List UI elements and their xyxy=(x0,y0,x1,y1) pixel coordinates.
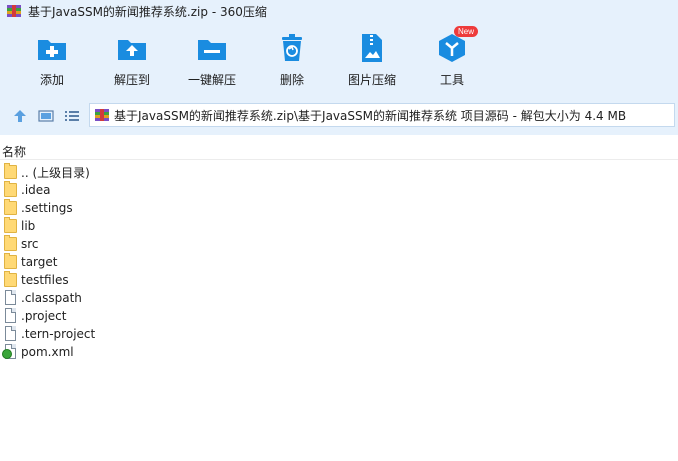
list-item[interactable]: src xyxy=(0,235,678,253)
archive-app-icon xyxy=(6,3,22,19)
one-click-extract-button[interactable]: 一键解压 xyxy=(172,32,252,88)
delete-icon xyxy=(276,32,308,64)
app-window: 基于JavaSSM的新闻推荐系统.zip - 360压缩 添加 解压到 一键解压… xyxy=(0,0,678,461)
zip-file-icon xyxy=(94,107,110,123)
folder-icon xyxy=(4,271,18,288)
file-name: .idea xyxy=(21,183,51,197)
file-icon xyxy=(4,290,18,306)
xml-file-icon xyxy=(2,344,18,360)
extract-to-button[interactable]: 解压到 xyxy=(92,32,172,88)
file-name: .settings xyxy=(21,201,73,215)
folder-icon xyxy=(4,235,18,252)
list-item[interactable]: lib xyxy=(0,217,678,235)
folder-icon xyxy=(4,181,18,198)
column-name-header[interactable]: 名称 xyxy=(2,143,26,160)
folder-icon xyxy=(4,253,18,270)
title-bar: 基于JavaSSM的新闻推荐系统.zip - 360压缩 xyxy=(0,0,678,22)
add-icon xyxy=(36,32,68,64)
extract-to-icon xyxy=(116,32,148,64)
window-title: 基于JavaSSM的新闻推荐系统.zip - 360压缩 xyxy=(28,4,267,19)
add-label: 添加 xyxy=(39,73,64,87)
tools-label: 工具 xyxy=(439,73,464,87)
list-item[interactable]: .project xyxy=(0,307,678,325)
file-name: .project xyxy=(21,309,67,323)
list-item[interactable]: .tern-project xyxy=(0,325,678,343)
image-compress-button[interactable]: 图片压缩 xyxy=(332,32,412,88)
folder-icon xyxy=(4,199,18,216)
file-name: .classpath xyxy=(21,291,82,305)
file-name: src xyxy=(21,237,39,251)
tools-button[interactable]: New 工具 xyxy=(412,26,492,88)
extract-to-label: 解压到 xyxy=(113,73,150,87)
file-name: pom.xml xyxy=(21,345,74,359)
file-icon xyxy=(4,308,18,324)
file-icon xyxy=(4,326,18,342)
column-header: 名称 xyxy=(0,141,678,160)
add-button[interactable]: 添加 xyxy=(12,32,92,88)
new-badge: New xyxy=(454,26,479,37)
file-name: target xyxy=(21,255,58,269)
address-bar[interactable]: 基于JavaSSM的新闻推荐系统.zip\基于JavaSSM的新闻推荐系统 项目… xyxy=(89,103,675,127)
list-item[interactable]: .classpath xyxy=(0,289,678,307)
thumbnail-view-icon[interactable] xyxy=(38,108,54,124)
image-compress-icon xyxy=(356,32,388,64)
file-name: lib xyxy=(21,219,36,233)
folder-icon xyxy=(4,217,18,234)
file-name: .tern-project xyxy=(21,327,96,341)
list-view-icon[interactable] xyxy=(64,108,80,124)
tools-icon: New xyxy=(436,26,479,64)
file-name: testfiles xyxy=(21,273,69,287)
one-click-extract-label: 一键解压 xyxy=(187,73,236,87)
one-click-extract-icon xyxy=(196,32,228,64)
list-item[interactable]: .idea xyxy=(0,181,678,199)
image-compress-label: 图片压缩 xyxy=(347,73,396,87)
address-path: 基于JavaSSM的新闻推荐系统.zip\基于JavaSSM的新闻推荐系统 项目… xyxy=(114,108,627,123)
list-item[interactable]: .settings xyxy=(0,199,678,217)
file-list: .. (上级目录) .idea .settings lib src target testf… xyxy=(0,163,678,361)
list-item[interactable]: testfiles xyxy=(0,271,678,289)
list-item[interactable]: pom.xml xyxy=(0,343,678,361)
file-name: .. (上级目录) xyxy=(21,165,90,180)
list-item[interactable]: .. (上级目录) xyxy=(0,163,678,181)
delete-button[interactable]: 删除 xyxy=(252,32,332,88)
list-item[interactable]: target xyxy=(0,253,678,271)
toolbar: 添加 解压到 一键解压 删除 图片压缩 New 工具 xyxy=(0,22,678,97)
navigation-bar: 基于JavaSSM的新闻推荐系统.zip\基于JavaSSM的新闻推荐系统 项目… xyxy=(0,97,678,135)
up-arrow-icon[interactable] xyxy=(12,108,28,124)
folder-icon xyxy=(4,163,18,180)
delete-label: 删除 xyxy=(279,73,304,87)
